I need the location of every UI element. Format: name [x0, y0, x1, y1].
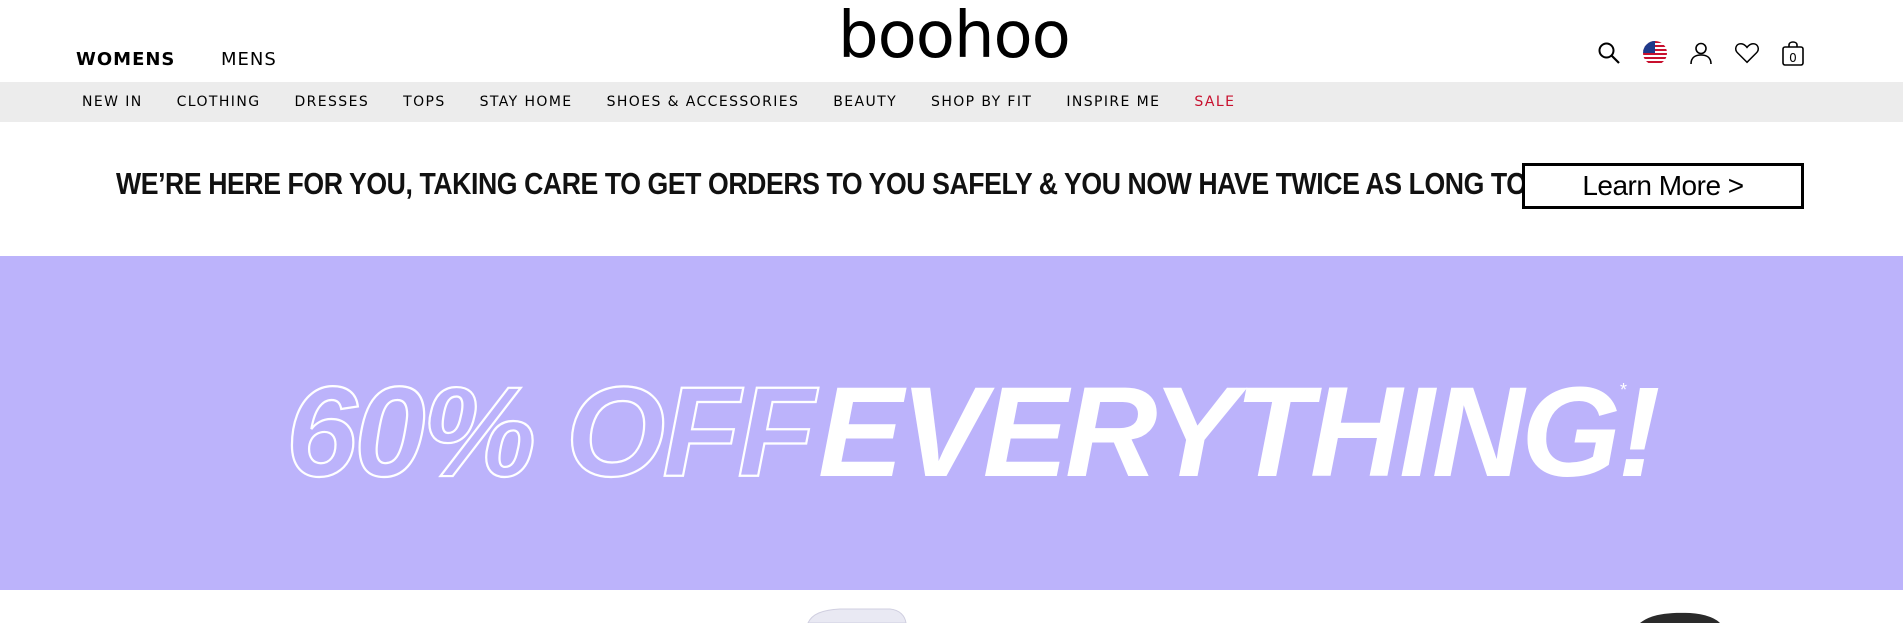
nav-dresses[interactable]: DRESSES	[294, 94, 369, 110]
nav-new-in[interactable]: NEW IN	[82, 94, 143, 110]
hero-solid-text: EVERYTHING!	[818, 361, 1659, 504]
category-nav: NEW IN CLOTHING DRESSES TOPS STAY HOME S…	[0, 82, 1903, 122]
womens-tab[interactable]: WOMENS	[76, 49, 175, 70]
hero-headline: 60% OFF EVERYTHING! *	[285, 360, 1662, 505]
nav-shoes-accessories[interactable]: SHOES & ACCESSORIES	[607, 94, 800, 110]
nav-shop-by-fit[interactable]: SHOP BY FIT	[931, 94, 1032, 110]
bag-icon[interactable]: 0	[1780, 40, 1806, 66]
us-flag-icon[interactable]	[1642, 40, 1668, 66]
site-header: WOMENS MENS boohoo 0	[0, 0, 1903, 82]
product-strip-preview	[0, 590, 1903, 623]
bag-count: 0	[1789, 51, 1797, 65]
hero-banner[interactable]: 60% OFF EVERYTHING! *	[0, 256, 1903, 590]
nav-tops[interactable]: TOPS	[403, 94, 446, 110]
boohoo-logo[interactable]: boohoo	[838, 4, 1071, 68]
hero-outline-text: 60% OFF	[286, 361, 819, 504]
nav-stay-home[interactable]: STAY HOME	[480, 94, 573, 110]
product-images-top	[807, 608, 1720, 623]
mens-tab[interactable]: MENS	[221, 49, 277, 70]
nav-sale[interactable]: SALE	[1194, 94, 1235, 110]
wishlist-heart-icon[interactable]	[1734, 40, 1760, 66]
hero-asterisk: *	[1620, 380, 1627, 400]
header-icons: 0	[1596, 40, 1806, 66]
nav-clothing[interactable]: CLOTHING	[177, 94, 261, 110]
learn-more-button[interactable]: Learn More >	[1522, 163, 1804, 209]
notice-text: WE’RE HERE FOR YOU, TAKING CARE TO GET O…	[116, 166, 1649, 201]
search-icon[interactable]	[1596, 40, 1622, 66]
nav-inspire-me[interactable]: INSPIRE ME	[1066, 94, 1160, 110]
account-icon[interactable]	[1688, 40, 1714, 66]
nav-beauty[interactable]: BEAUTY	[833, 94, 897, 110]
